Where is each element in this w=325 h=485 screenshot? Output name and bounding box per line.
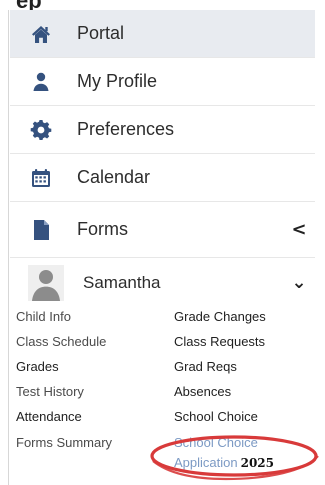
calendar-icon [29, 166, 53, 190]
child-info-link[interactable]: Child Info [16, 309, 71, 325]
school-choice-application-label: Application [174, 455, 238, 470]
sidebar-menu: Portal My Profile Preferences Calendar F… [10, 10, 315, 308]
grad-reqs-link[interactable]: Grad Reqs [174, 359, 237, 375]
sidebar-item-label: Portal [77, 23, 125, 43]
forms-summary-link[interactable]: Forms Summary [16, 435, 112, 451]
chevron-down-icon[interactable]: ⌄ [291, 274, 307, 292]
school-choice-application-link-line-2[interactable]: Application 2025 [174, 455, 274, 471]
portal-sidebar-screen: ep Portal My Profile [0, 0, 325, 485]
absences-link[interactable]: Absences [174, 384, 231, 400]
sidebar-item-my-profile[interactable]: My Profile [10, 58, 315, 106]
test-history-link[interactable]: Test History [16, 384, 84, 400]
school-choice-link[interactable]: School Choice [174, 409, 258, 425]
class-schedule-link[interactable]: Class Schedule [16, 334, 106, 350]
attendance-link[interactable]: Attendance [16, 409, 82, 425]
sidebar-item-label: Forms [77, 219, 128, 239]
grades-link[interactable]: Grades [16, 359, 59, 375]
student-links-grid: Child Info Grade Changes Class Schedule … [10, 302, 310, 485]
chevron-left-icon[interactable]: < [291, 220, 307, 239]
top-cut-text: ep [16, 0, 196, 10]
student-name: Samantha [83, 273, 161, 292]
sidebar-item-portal[interactable]: Portal [10, 10, 315, 58]
class-requests-link[interactable]: Class Requests [174, 334, 265, 350]
sidebar-item-label: Calendar [77, 167, 151, 187]
sidebar-item-preferences[interactable]: Preferences [10, 106, 315, 154]
grade-changes-link[interactable]: Grade Changes [174, 309, 266, 325]
sidebar-item-label: Preferences [77, 119, 175, 139]
sidebar-item-student[interactable]: Samantha ⌄ [10, 258, 315, 308]
document-icon [29, 218, 53, 242]
sidebar-item-label: My Profile [77, 71, 158, 91]
gear-icon [29, 118, 53, 142]
school-choice-application-link-line-1[interactable]: School Choice [174, 435, 258, 451]
sidebar-divider [8, 10, 9, 485]
home-icon [29, 22, 53, 46]
sidebar-item-calendar[interactable]: Calendar [10, 154, 315, 202]
user-icon [29, 70, 53, 94]
sidebar-item-forms[interactable]: Forms < [10, 202, 315, 258]
application-year-label: 2025 [240, 456, 275, 470]
avatar [28, 265, 64, 301]
